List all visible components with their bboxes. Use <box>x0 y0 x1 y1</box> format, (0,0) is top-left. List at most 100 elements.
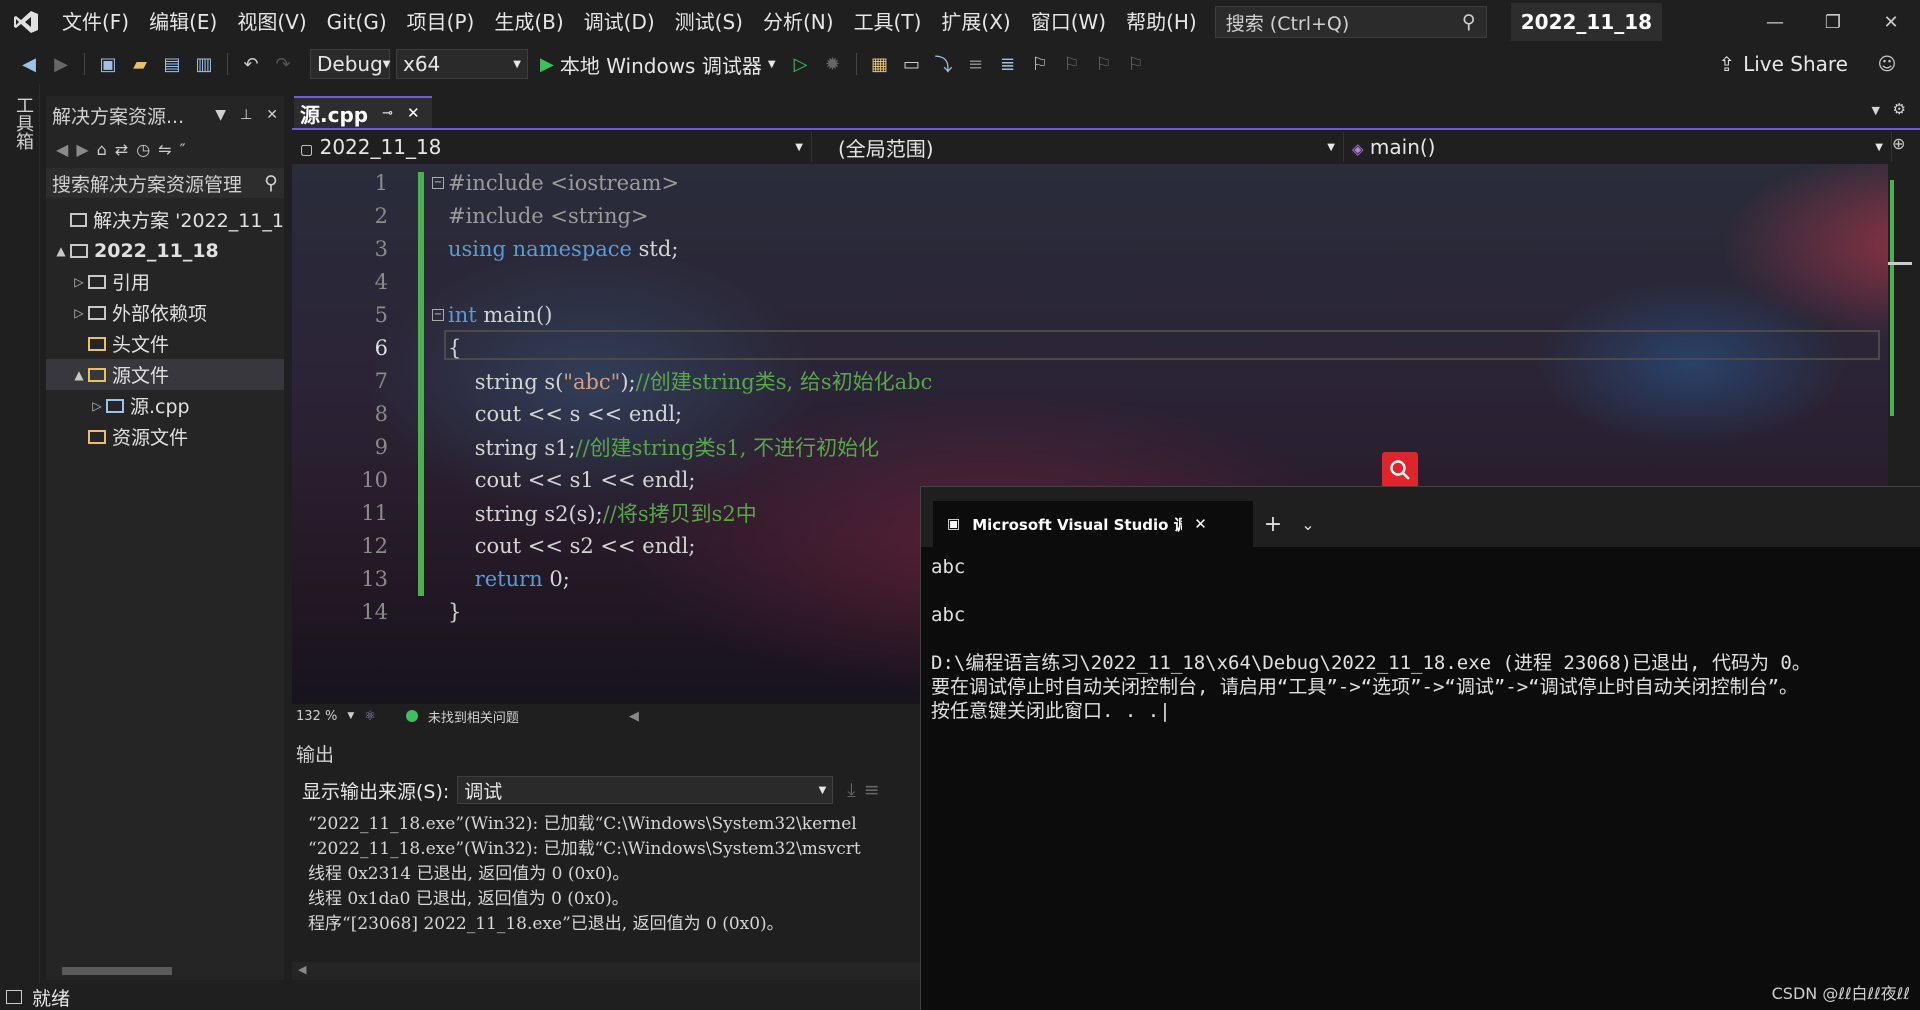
forward-icon[interactable]: ▶ <box>48 51 74 77</box>
menu-item[interactable]: 调试(D) <box>574 0 665 44</box>
zoom-level[interactable]: 132 % <box>296 709 337 724</box>
menu-item[interactable]: 窗口(W) <box>1021 0 1116 44</box>
pin-icon[interactable]: ⊸ <box>382 106 393 121</box>
more-icon[interactable]: ″ <box>180 140 186 159</box>
toolbox-tab[interactable]: 工具箱 <box>10 96 36 150</box>
menu-item[interactable]: 视图(V) <box>227 0 316 44</box>
settings-icon[interactable]: ⚙ <box>1893 100 1906 118</box>
horizontal-scrollbar[interactable] <box>46 962 284 980</box>
menu-item[interactable]: 帮助(H) <box>1116 0 1207 44</box>
menu-item[interactable]: 测试(S) <box>665 0 753 44</box>
open-folder-icon[interactable]: ▰ <box>127 51 153 77</box>
split-editor-icon[interactable]: ⊕ <box>1892 134 1905 153</box>
global-search-box[interactable]: 搜索 (Ctrl+Q) ⚲ <box>1214 6 1487 38</box>
nav-member-select[interactable]: ◈ main() ▼ <box>1344 132 1892 162</box>
expand-arrow-icon[interactable]: ▲ <box>70 368 88 382</box>
nav-project-select[interactable]: ▢ 2022_11_18 ▼ <box>292 132 812 162</box>
visual-studio-logo-icon[interactable] <box>0 0 52 44</box>
find-message-icon[interactable]: ⤓ <box>847 779 855 801</box>
home-icon[interactable]: ⌂ <box>97 140 107 159</box>
comment-icon[interactable]: ≡ <box>963 51 989 77</box>
solution-search-box[interactable]: 搜索解决方案资源管理 ⚲ <box>46 168 284 198</box>
new-tab-icon[interactable]: + <box>1253 512 1293 537</box>
menu-item[interactable]: 编辑(E) <box>139 0 227 44</box>
new-project-icon[interactable]: ▣ <box>95 51 121 77</box>
fold-toggle-icon[interactable]: − <box>432 176 444 189</box>
issues-status[interactable]: 未找到相关问题 <box>428 707 519 726</box>
floating-search-button[interactable] <box>1382 452 1418 488</box>
intellicode-icon[interactable]: ⚛ <box>364 709 376 724</box>
tab-overflow-icon[interactable]: ▼ <box>1872 104 1880 117</box>
prev-bookmark-icon[interactable]: ⚐ <box>1059 51 1085 77</box>
tab-source-cpp[interactable]: 源.cpp ⊸ ✕ <box>294 96 432 128</box>
live-share-button[interactable]: ⇪ Live Share <box>1718 48 1848 80</box>
feedback-icon[interactable]: ☺ <box>1874 51 1900 77</box>
bookmark-icon[interactable]: ⚐ <box>1027 51 1053 77</box>
redo-icon[interactable]: ↷ <box>270 51 296 77</box>
expand-arrow-icon[interactable]: ▲ <box>52 244 70 258</box>
menu-item[interactable]: 项目(P) <box>397 0 485 44</box>
menu-item[interactable]: 文件(F) <box>52 0 139 44</box>
start-without-debugging-icon[interactable]: ▷ <box>788 51 814 77</box>
search-icon: ⚲ <box>264 172 278 194</box>
console-tab[interactable]: ▣ Microsoft Visual Studio 调试控制台 ✕ <box>933 501 1253 547</box>
next-bookmark-icon[interactable]: ⚐ <box>1091 51 1117 77</box>
tree-item[interactable]: ▲ 源文件 <box>46 359 284 390</box>
output-horizontal-scrollbar[interactable]: ◀ <box>292 962 932 980</box>
nav-scope-select[interactable]: (全局范围) ▼ <box>812 132 1344 162</box>
close-icon[interactable]: ✕ <box>407 104 420 122</box>
menu-item[interactable]: 分析(N) <box>753 0 844 44</box>
uncomment-icon[interactable]: ≣ <box>995 51 1021 77</box>
restore-icon[interactable]: ❐ <box>1804 0 1862 44</box>
step-icon[interactable]: ⤵ <box>931 51 957 77</box>
fold-toggle-icon[interactable]: − <box>432 308 444 321</box>
tree-item[interactable]: ▷ 外部依赖项 <box>46 297 284 328</box>
menu-item[interactable]: Git(G) <box>317 0 397 44</box>
scroll-left-icon[interactable]: ◀ <box>298 963 306 976</box>
solution-tree: 解决方案 '2022_11_1 ▲ 2022_11_18 ▷ 引用 ▷ 外部依赖项 头文件 ▲ 源… <box>46 204 284 452</box>
tree-item[interactable]: ▷ 引用 <box>46 266 284 297</box>
scrollbar-thumb[interactable] <box>62 967 172 975</box>
line-number: 6 <box>374 335 388 360</box>
pin-icon[interactable]: ⊥ <box>240 107 252 123</box>
save-icon[interactable]: ▤ <box>159 51 185 77</box>
layout-icon[interactable]: ▭ <box>899 51 925 77</box>
chevron-down-icon[interactable]: ⌄ <box>1293 515 1323 534</box>
start-debugging-button[interactable]: ▶ 本地 Windows 调试器 ▼ <box>534 50 782 79</box>
console-output[interactable]: abc abc D:\编程语言练习\2022_11_18\x64\Debug\202… <box>921 547 1920 723</box>
tree-item[interactable]: 资源文件 <box>46 421 284 452</box>
menu-item[interactable]: 生成(B) <box>484 0 573 44</box>
forward-icon[interactable]: ▶ <box>76 140 88 159</box>
tree-item[interactable]: ▲ 2022_11_18 <box>46 235 284 266</box>
expand-arrow-icon[interactable]: ▷ <box>88 399 106 413</box>
expand-arrow-icon[interactable]: ▷ <box>70 275 88 289</box>
hot-reload-icon[interactable]: ✹ <box>820 51 846 77</box>
undo-icon[interactable]: ↶ <box>238 51 264 77</box>
menu-item[interactable]: 工具(T) <box>844 0 932 44</box>
menu-item[interactable]: 扩展(X) <box>931 0 1020 44</box>
platform-select[interactable]: x64 ▼ <box>396 49 528 79</box>
tree-item[interactable]: ▷ 源.cpp <box>46 390 284 421</box>
close-icon[interactable]: ✕ <box>266 107 278 123</box>
close-icon[interactable]: ✕ <box>1862 0 1920 44</box>
back-icon[interactable]: ◀ <box>16 51 42 77</box>
clear-bookmark-icon[interactable]: ⚐ <box>1123 51 1149 77</box>
close-icon[interactable]: ✕ <box>1194 515 1207 533</box>
pending-changes-icon[interactable]: ◷ <box>136 140 150 159</box>
switch-views-icon[interactable]: ⇄ <box>115 140 128 159</box>
back-icon[interactable]: ◀ <box>56 140 68 159</box>
scroll-left-icon[interactable]: ◀ <box>629 709 639 724</box>
minimize-icon[interactable]: — <box>1746 0 1804 44</box>
output-source-select[interactable]: 调试 ▼ <box>457 776 834 804</box>
save-all-icon[interactable]: ▥ <box>191 51 217 77</box>
tree-item[interactable]: 解决方案 '2022_11_1 <box>46 204 284 235</box>
debug-console-window: ▣ Microsoft Visual Studio 调试控制台 ✕ + ⌄ ab… <box>920 486 1920 1010</box>
chevron-down-icon[interactable]: ▼ <box>347 711 354 721</box>
browse-icon[interactable]: ▦ <box>867 51 893 77</box>
dropdown-icon[interactable]: ▼ <box>215 107 226 123</box>
sync-icon[interactable]: ⇋ <box>158 140 171 159</box>
tree-item[interactable]: 头文件 <box>46 328 284 359</box>
expand-arrow-icon[interactable]: ▷ <box>70 306 88 320</box>
configuration-select[interactable]: Debug ▼ <box>310 49 390 79</box>
clear-all-icon[interactable]: ≡ <box>864 779 880 801</box>
